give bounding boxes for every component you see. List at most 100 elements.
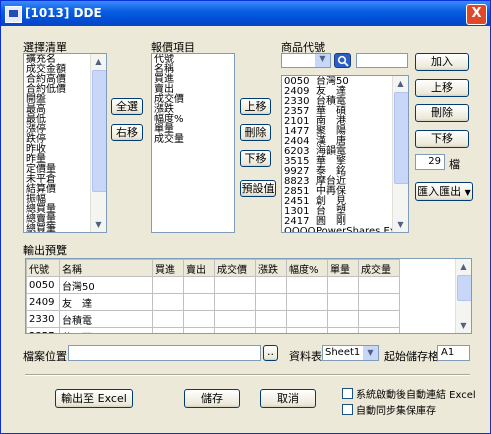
sheet-value: Sheet1 xyxy=(325,347,361,358)
scroll-up-icon[interactable]: ▲ xyxy=(394,77,407,90)
table-cell xyxy=(255,327,287,333)
table-cell xyxy=(255,293,287,311)
product-list-item[interactable]: QQQQPowerShares Exche xyxy=(284,227,408,233)
scroll-down-icon[interactable]: ▼ xyxy=(457,319,470,332)
list-move-up-button[interactable]: 上移 xyxy=(415,79,469,97)
table-cell xyxy=(286,293,328,311)
chevron-down-icon: ▼ xyxy=(464,188,471,197)
table-cell xyxy=(358,293,400,311)
scroll-thumb[interactable] xyxy=(394,92,408,184)
product-count-field: 29 xyxy=(415,154,445,170)
scroll-up-icon[interactable]: ▲ xyxy=(457,260,470,273)
table-cell xyxy=(152,310,184,328)
scroll-up-icon[interactable]: ▲ xyxy=(92,55,105,68)
table-cell: 0050 xyxy=(26,276,60,294)
report-item[interactable]: 成交量 xyxy=(154,135,184,145)
export-excel-button[interactable]: 輸出至 Excel xyxy=(55,389,133,408)
table-cell xyxy=(183,293,215,311)
app-icon xyxy=(5,6,22,23)
table-cell: 2330 xyxy=(26,310,60,328)
table-cell xyxy=(214,276,256,294)
preview-scrollbar[interactable]: ▲ ▼ xyxy=(455,259,471,333)
chevron-down-icon[interactable]: ▼ xyxy=(315,54,330,67)
table-cell xyxy=(152,276,184,294)
sheet-label: 資料表 xyxy=(289,350,322,363)
table-cell xyxy=(358,310,400,328)
table-cell xyxy=(255,310,287,328)
product-search-input[interactable] xyxy=(356,53,408,68)
table-cell xyxy=(327,327,359,333)
preview-column-header[interactable]: 買進 xyxy=(152,259,184,277)
preview-header-row: 代號 名稱 買進 賣出 成交價 漲跌 幅度% 單量 成交量 xyxy=(26,259,400,277)
selection-list-scrollbar[interactable]: ▲ ▼ xyxy=(90,54,106,232)
move-right-button[interactable]: 右移 xyxy=(111,124,143,141)
table-cell xyxy=(152,293,184,311)
delete-item-button[interactable]: 刪除 xyxy=(240,124,271,141)
preview-column-header[interactable]: 名稱 xyxy=(59,259,153,277)
dde-dialog: [1013] DDE X 選擇清單 擴充名 成交金額 合約高價 合約低價 開盤 最高 最低漲… xyxy=(0,0,491,434)
browse-button[interactable]: .. xyxy=(263,345,278,361)
table-cell: 2409 xyxy=(26,293,60,311)
file-location-input[interactable] xyxy=(68,345,261,361)
preview-column-header[interactable]: 單量 xyxy=(327,259,359,277)
preview-column-header[interactable]: 漲跌 xyxy=(255,259,287,277)
preview-column-header[interactable]: 幅度% xyxy=(286,259,328,277)
move-down-button[interactable]: 下移 xyxy=(240,150,271,167)
table-cell xyxy=(286,276,328,294)
window-title: [1013] DDE xyxy=(25,6,102,20)
table-row[interactable]: 0050 台灣50 xyxy=(26,276,400,294)
import-export-label: 匯入匯出 xyxy=(417,185,462,198)
preview-column-header[interactable]: 代號 xyxy=(26,259,60,277)
select-all-button[interactable]: 全選 xyxy=(111,98,143,115)
table-cell xyxy=(152,327,184,333)
table-cell xyxy=(327,276,359,294)
table-cell: 台積電 xyxy=(59,310,153,328)
preview-column-header[interactable]: 賣出 xyxy=(183,259,215,277)
start-cell-input[interactable]: A1 xyxy=(437,345,470,361)
preview-grid[interactable]: 代號 名稱 買進 賣出 成交價 漲跌 幅度% 單量 成交量 0050 台灣50 2409 友 達 233… xyxy=(25,258,472,334)
save-button[interactable]: 儲存 xyxy=(184,389,240,408)
add-button[interactable]: 加入 xyxy=(415,53,469,71)
table-cell: 華 碩 xyxy=(59,327,153,333)
cancel-button[interactable]: 取消 xyxy=(260,389,316,408)
table-row[interactable]: 2330 台積電 xyxy=(26,310,400,328)
product-code-select[interactable]: ▼ xyxy=(281,53,331,68)
report-items-list[interactable]: 代號 名稱 買進 賣出 成交價 漲跌 幅度% 單量 成交量 xyxy=(151,53,235,233)
search-button[interactable] xyxy=(334,53,351,68)
count-unit: 檔 xyxy=(449,158,460,171)
import-export-button[interactable]: 匯入匯出 ▼ xyxy=(415,182,473,201)
table-cell xyxy=(327,293,359,311)
preview-label: 輸出預覽 xyxy=(23,244,67,257)
table-row[interactable]: 2409 友 達 xyxy=(26,293,400,311)
auto-link-checkbox[interactable] xyxy=(342,388,353,399)
list-move-down-button[interactable]: 下移 xyxy=(415,130,469,148)
product-list-scrollbar[interactable]: ▲ ▼ xyxy=(392,76,408,232)
chevron-down-icon[interactable]: ▼ xyxy=(363,346,378,360)
scroll-down-icon[interactable]: ▼ xyxy=(394,218,407,231)
scroll-thumb[interactable] xyxy=(92,70,106,192)
scroll-thumb[interactable] xyxy=(457,275,471,301)
preview-column-header[interactable]: 成交價 xyxy=(214,259,256,277)
scroll-down-icon[interactable]: ▼ xyxy=(92,218,105,231)
selection-list[interactable]: 擴充名 成交金額 合約高價 合約低價 開盤 最高 最低 漲停 跌停 昨收 昨量 定價量 未平倉 結算價 振幅… xyxy=(23,53,107,233)
table-cell: 2357 xyxy=(26,327,60,333)
table-cell xyxy=(327,310,359,328)
preview-column-header[interactable]: 成交量 xyxy=(358,259,400,277)
table-cell: 台灣50 xyxy=(59,276,153,294)
table-row[interactable]: 2357華 碩 xyxy=(26,327,400,333)
list-delete-button[interactable]: 刪除 xyxy=(415,104,469,122)
table-cell xyxy=(183,310,215,328)
table-cell xyxy=(214,293,256,311)
table-cell xyxy=(286,310,328,328)
table-cell xyxy=(358,327,400,333)
sheet-select[interactable]: Sheet1 ▼ xyxy=(322,345,379,361)
close-button[interactable]: X xyxy=(466,4,487,25)
product-code-list[interactable]: 0050 台灣50 2409 友 達 2330 台積電 2357 華 碩 2101 南 港 1477… xyxy=(281,75,409,233)
table-cell xyxy=(214,327,256,333)
table-cell xyxy=(255,276,287,294)
selection-list-item[interactable]: 總買筆 xyxy=(26,225,66,233)
default-button[interactable]: 預設值 xyxy=(240,180,276,197)
move-up-button[interactable]: 上移 xyxy=(240,98,271,115)
title-bar[interactable]: [1013] DDE X xyxy=(1,1,490,26)
auto-sync-checkbox[interactable] xyxy=(342,404,353,415)
